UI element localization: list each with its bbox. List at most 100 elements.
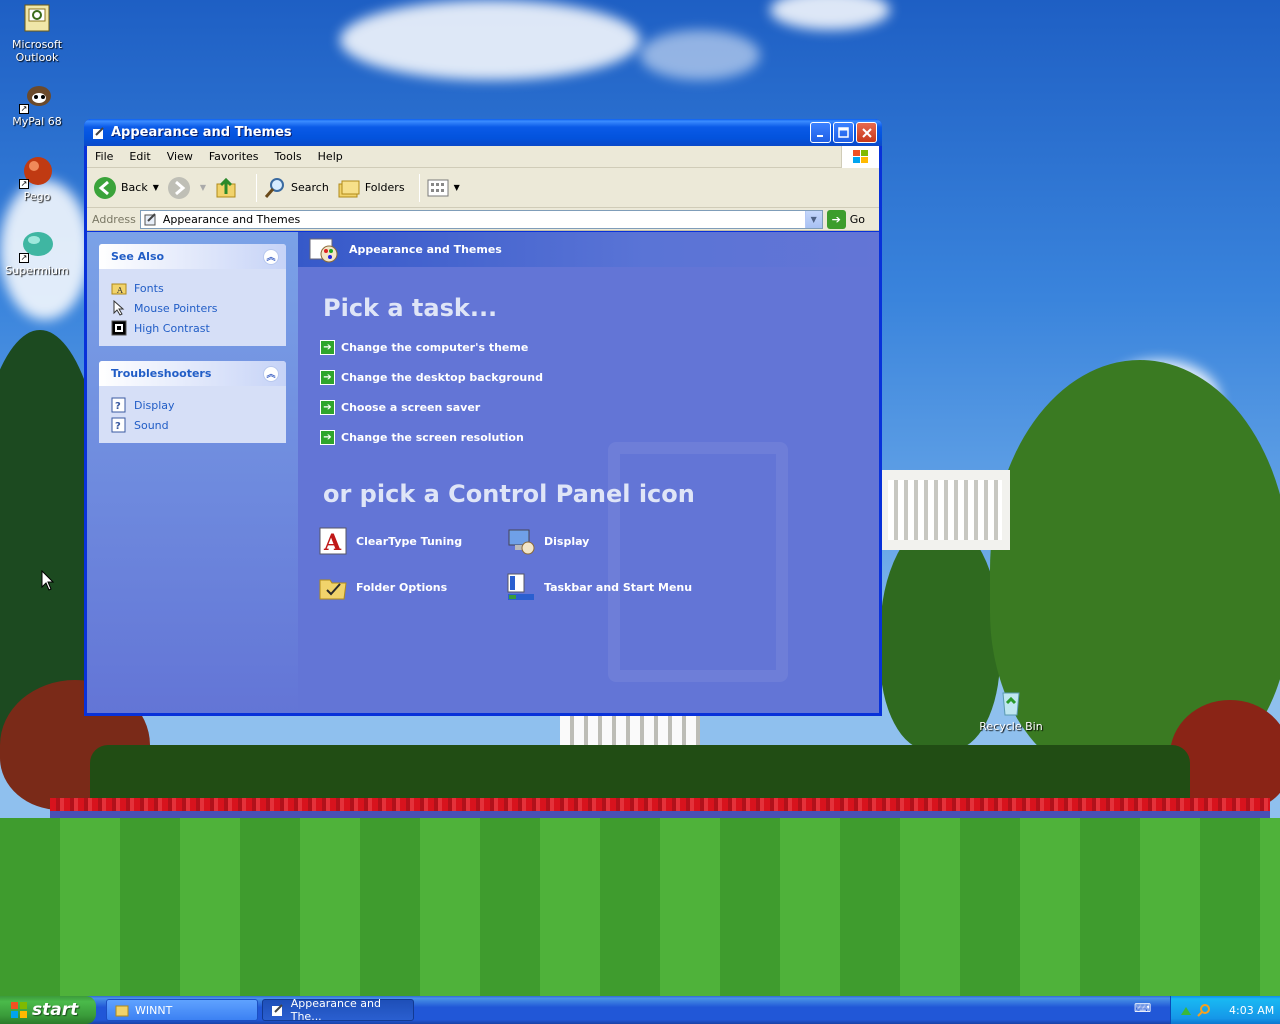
- cp-icon-cleartype[interactable]: A ClearType Tuning: [318, 526, 462, 556]
- chevron-down-icon: ▼: [199, 183, 207, 192]
- clock[interactable]: 4:03 AM: [1229, 1004, 1274, 1017]
- maximize-button[interactable]: [833, 122, 854, 143]
- link-troubleshoot-display[interactable]: ? Display: [111, 395, 274, 415]
- menu-tools[interactable]: Tools: [267, 150, 310, 163]
- menu-bar: File Edit View Favorites Tools Help: [87, 146, 879, 168]
- desktop-icon-outlook[interactable]: Microsoft Outlook: [0, 3, 74, 64]
- cleartype-icon: A: [319, 527, 347, 556]
- desktop-icon-label: MyPal 68: [12, 115, 62, 128]
- title-bar[interactable]: Appearance and Themes: [84, 119, 882, 146]
- taskbar-start-menu-icon: [507, 573, 534, 600]
- desktop-icon-label: Supermium: [5, 264, 69, 277]
- help-icon: ?: [111, 397, 126, 413]
- search-tray-icon[interactable]: [1197, 1003, 1211, 1017]
- task-arrow-icon: ➔: [320, 430, 335, 445]
- address-dropdown-icon[interactable]: ▼: [804, 210, 822, 228]
- pick-icon-heading: or pick a Control Panel icon: [323, 480, 695, 508]
- display-icon: [508, 529, 535, 555]
- folder-icon: [115, 1005, 129, 1017]
- window-title: Appearance and Themes: [111, 125, 292, 140]
- task-arrow-icon: ➔: [320, 400, 335, 415]
- content-area: See Also ︽ A Fonts Mouse Pointers High C…: [87, 232, 879, 713]
- mouse-cursor-icon: [41, 570, 55, 591]
- back-button[interactable]: Back ▼: [93, 176, 159, 200]
- control-panel-icon: [272, 1004, 283, 1016]
- collapse-icon[interactable]: ︽: [263, 248, 279, 265]
- address-value: Appearance and Themes: [162, 212, 301, 226]
- address-label: Address: [92, 212, 136, 226]
- cp-icon-taskbar[interactable]: Taskbar and Start Menu: [506, 572, 692, 602]
- control-panel-icon: [144, 213, 156, 226]
- high-contrast-icon: [111, 320, 127, 336]
- search-button[interactable]: Search: [263, 176, 329, 200]
- see-also-header[interactable]: See Also ︽: [99, 244, 286, 269]
- link-mouse-pointers[interactable]: Mouse Pointers: [111, 298, 274, 318]
- category-title: Appearance and Themes: [349, 243, 502, 256]
- close-icon: [861, 127, 872, 138]
- toolbar: Back ▼ ▼ Search Folders ▼: [87, 168, 879, 208]
- desktop-icon-label: Recycle Bin: [979, 720, 1043, 733]
- desktop-icon-supermium[interactable]: ↗ Supermium: [0, 229, 74, 277]
- recycle-bin-icon: [995, 685, 1027, 717]
- go-arrow-icon: ➔: [826, 209, 846, 229]
- task-arrow-icon: ➔: [320, 370, 335, 385]
- forward-button[interactable]: ▼: [167, 176, 206, 200]
- task-change-background[interactable]: ➔ Change the desktop background: [320, 370, 543, 385]
- menu-file[interactable]: File: [87, 150, 121, 163]
- chevron-down-icon[interactable]: ▼: [454, 183, 460, 192]
- link-fonts[interactable]: A Fonts: [111, 278, 274, 298]
- menu-help[interactable]: Help: [310, 150, 351, 163]
- desktop-icon-recycle-bin[interactable]: Recycle Bin: [974, 685, 1048, 733]
- cp-icon-folder-options[interactable]: Folder Options: [318, 572, 447, 602]
- taskbar-button-appearance[interactable]: Appearance and The...: [262, 997, 414, 1023]
- help-icon: ?: [111, 417, 126, 433]
- collapse-icon[interactable]: ︽: [263, 365, 279, 382]
- desktop-icon-label: Microsoft Outlook: [11, 38, 63, 64]
- mypal-icon: ↗: [19, 80, 53, 114]
- taskbar: start WINNT Appearance and The... ⌨ 4:03…: [0, 996, 1280, 1024]
- menu-favorites[interactable]: Favorites: [201, 150, 267, 163]
- network-icon[interactable]: [1179, 1003, 1193, 1017]
- taskbar-button-winnt[interactable]: WINNT: [106, 999, 258, 1021]
- pick-task-heading: Pick a task...: [323, 294, 498, 322]
- system-tray: 4:03 AM: [1170, 996, 1280, 1024]
- maximize-icon: [838, 127, 849, 138]
- task-screen-resolution[interactable]: ➔ Change the screen resolution: [320, 430, 524, 445]
- explorer-window: Appearance and Themes File Edit View Fav…: [84, 119, 882, 716]
- windows-flag-icon: [11, 1002, 27, 1018]
- desktop-icon-pego[interactable]: ↗ Pego: [0, 155, 74, 203]
- desktop-icon-mypal[interactable]: ↗ MyPal 68: [0, 80, 74, 128]
- svg-text:?: ?: [115, 421, 121, 432]
- task-screen-saver[interactable]: ➔ Choose a screen saver: [320, 400, 480, 415]
- task-pane: See Also ︽ A Fonts Mouse Pointers High C…: [87, 232, 298, 713]
- address-field[interactable]: Appearance and Themes ▼: [139, 209, 823, 229]
- views-button[interactable]: ▼: [426, 176, 460, 200]
- cp-icon-display[interactable]: Display: [506, 526, 589, 556]
- troubleshooters-header[interactable]: Troubleshooters ︽: [99, 361, 286, 386]
- folders-icon: [338, 180, 360, 197]
- watermark-checkmark: [608, 442, 788, 682]
- minimize-button[interactable]: [810, 122, 831, 143]
- link-troubleshoot-sound[interactable]: ? Sound: [111, 415, 274, 435]
- up-folder-button[interactable]: [214, 176, 242, 200]
- fonts-folder-icon: A: [111, 283, 127, 295]
- close-button[interactable]: [856, 122, 877, 143]
- go-label: Go: [849, 212, 865, 226]
- category-header: Appearance and Themes: [298, 232, 879, 267]
- folders-button[interactable]: Folders: [337, 176, 405, 200]
- menu-view[interactable]: View: [159, 150, 201, 163]
- search-label: Search: [291, 181, 329, 194]
- task-arrow-icon: ➔: [320, 340, 335, 355]
- toolbar-separator: [418, 173, 420, 202]
- task-change-theme[interactable]: ➔ Change the computer's theme: [320, 340, 528, 355]
- link-high-contrast[interactable]: High Contrast: [111, 318, 274, 338]
- menu-edit[interactable]: Edit: [121, 150, 158, 163]
- start-button[interactable]: start: [0, 996, 96, 1024]
- chevron-down-icon[interactable]: ▼: [153, 183, 159, 192]
- pego-icon: ↗: [19, 155, 53, 189]
- back-arrow-icon: [94, 176, 116, 199]
- keyboard-layout-icon[interactable]: ⌨: [1134, 1001, 1151, 1017]
- address-bar: Address Appearance and Themes ▼ ➔ Go: [87, 208, 879, 231]
- go-button[interactable]: ➔ Go: [826, 209, 865, 229]
- windows-logo-icon: [841, 146, 879, 168]
